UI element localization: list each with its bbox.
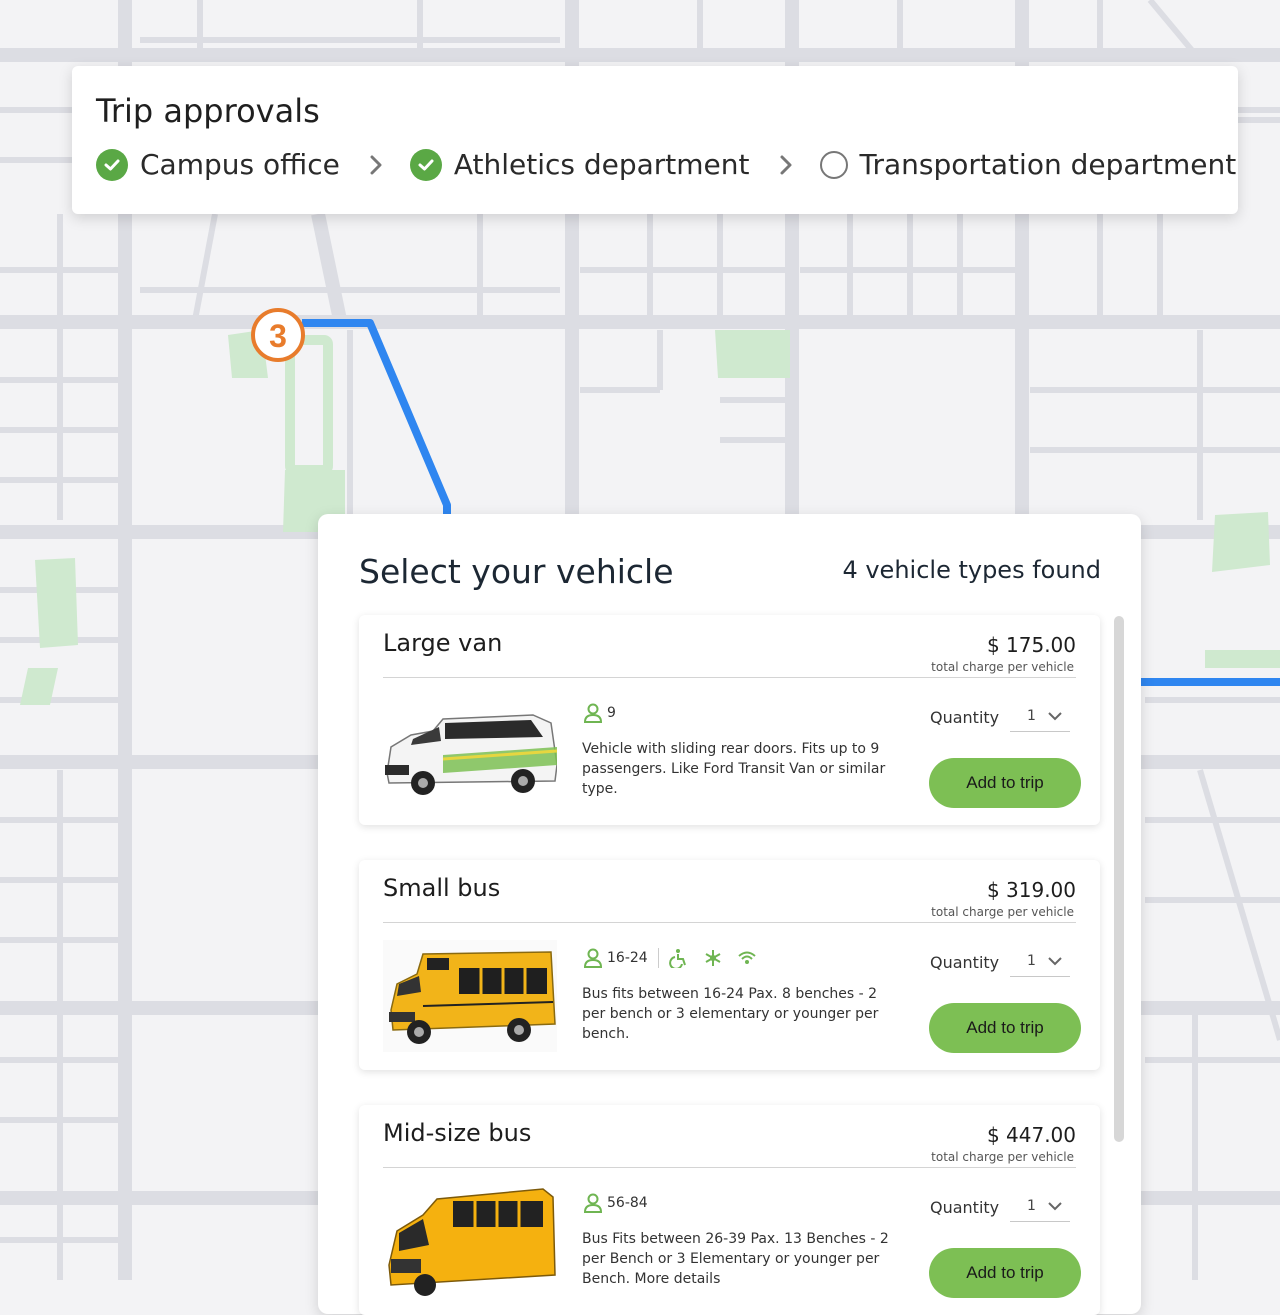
approval-step-label: Athletics department [453, 148, 750, 181]
passenger-capacity: 9 [607, 705, 616, 721]
approval-step-label: Campus office [140, 148, 340, 181]
quantity-label: Quantity [930, 1198, 1000, 1217]
passenger-capacity: 56-84 [607, 1195, 648, 1211]
chevron-right-icon [368, 153, 384, 177]
approval-step-athletics-department: Athletics department [409, 148, 750, 181]
vehicle-card-small-bus: Small bus $ 319.00 total charge per vehi… [359, 860, 1100, 1070]
vehicle-selection-heading: Select your vehicle [359, 552, 674, 591]
vehicle-meta: 16-24 [583, 948, 761, 968]
vehicle-price-note: total charge per vehicle [931, 1150, 1074, 1164]
passenger-icon [583, 703, 603, 723]
chevron-down-icon [1048, 1202, 1062, 1211]
quantity-select[interactable]: 1 [1010, 701, 1070, 732]
trip-approvals-panel: Trip approvals Campus office Athletics d… [72, 66, 1238, 214]
vehicle-meta: 56-84 [583, 1193, 648, 1213]
add-to-trip-button[interactable]: Add to trip [929, 1003, 1081, 1053]
quantity-value: 1 [1027, 708, 1036, 724]
quantity-select[interactable]: 1 [1010, 946, 1070, 977]
vehicle-name: Mid-size bus [383, 1119, 532, 1147]
approval-step-transportation-department: Transportation department [819, 148, 1237, 181]
vehicle-description: Bus fits between 16-24 Pax. 8 benches - … [582, 986, 879, 1042]
divider [383, 922, 1076, 923]
passenger-icon [583, 948, 603, 968]
check-circle-icon [96, 148, 128, 181]
vehicle-count: 4 vehicle types found [842, 556, 1101, 584]
passenger-capacity: 16-24 [607, 950, 648, 966]
vehicle-price-note: total charge per vehicle [931, 660, 1074, 674]
divider [383, 677, 1076, 678]
check-circle-icon [409, 148, 442, 181]
approval-step-campus-office: Campus office [96, 148, 340, 181]
vehicle-description: Bus Fits between 26-39 Pax. 13 Benches -… [582, 1231, 889, 1287]
divider [657, 948, 659, 968]
add-to-trip-button[interactable]: Add to trip [929, 758, 1081, 808]
vehicle-name: Small bus [383, 874, 501, 902]
quantity-select[interactable]: 1 [1010, 1191, 1070, 1222]
divider [383, 1167, 1076, 1168]
air-conditioning-icon [705, 950, 721, 966]
chevron-down-icon [1048, 712, 1062, 721]
vehicle-price: $ 175.00 [986, 633, 1076, 657]
approval-steps: Campus office Athletics department Trans… [96, 148, 1236, 181]
school-bus-image [388, 1188, 556, 1296]
small-yellow-bus-image [383, 940, 557, 1052]
vehicle-description: Vehicle with sliding rear doors. Fits up… [582, 741, 886, 797]
vehicle-list-scrollbar[interactable] [1114, 616, 1124, 1142]
vehicle-name: Large van [383, 629, 503, 657]
wheelchair-icon [668, 949, 686, 968]
chevron-right-icon [778, 153, 794, 177]
chevron-down-icon [1048, 957, 1062, 966]
quantity-value: 1 [1027, 1198, 1036, 1214]
vehicle-meta: 9 [583, 703, 616, 723]
quantity-label: Quantity [930, 953, 1000, 972]
passenger-icon [583, 1193, 603, 1213]
vehicle-price-note: total charge per vehicle [931, 905, 1074, 919]
wifi-icon [738, 951, 756, 964]
vehicle-price: $ 319.00 [986, 878, 1076, 902]
vehicle-selection-panel: Select your vehicle 4 vehicle types foun… [318, 514, 1141, 1315]
approval-step-label: Transportation department [859, 148, 1237, 181]
route-stop-marker[interactable]: 3 [251, 308, 305, 362]
add-to-trip-button[interactable]: Add to trip [929, 1248, 1081, 1298]
vehicle-card-mid-size-bus: Mid-size bus $ 447.00 total charge per v… [359, 1105, 1100, 1315]
vehicle-card-large-van: Large van $ 175.00 total charge per vehi… [359, 615, 1100, 825]
quantity-value: 1 [1027, 953, 1036, 969]
vehicle-price: $ 447.00 [986, 1123, 1076, 1147]
white-van-image [385, 714, 557, 795]
quantity-label: Quantity [930, 708, 1000, 727]
empty-circle-icon [819, 150, 848, 179]
trip-approvals-title: Trip approvals [96, 92, 320, 130]
route-stop-label: 3 [269, 318, 287, 354]
